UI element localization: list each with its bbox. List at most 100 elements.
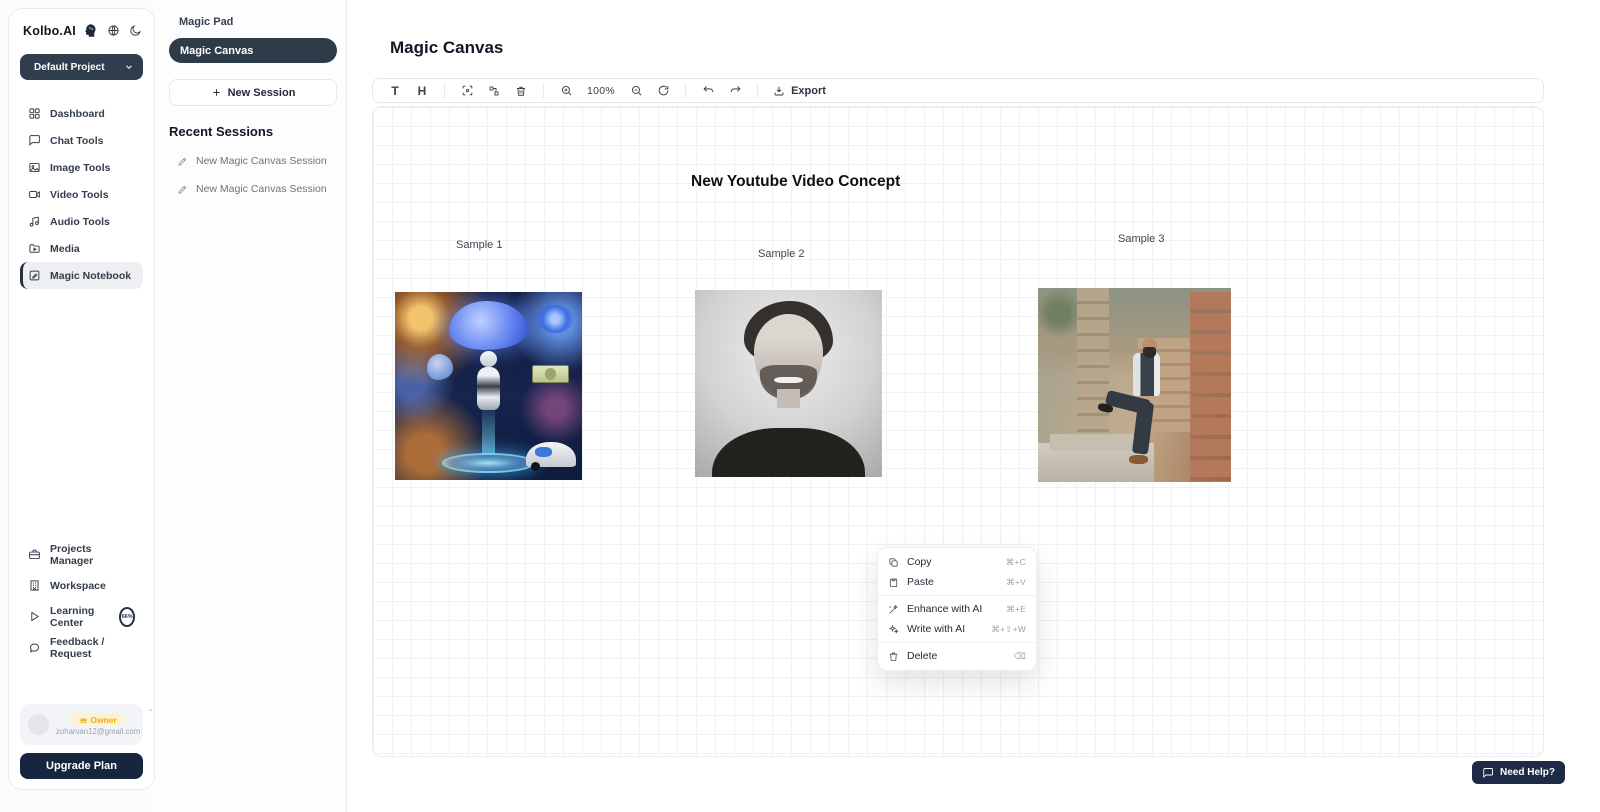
- music-note-icon: [28, 215, 41, 228]
- media-folder-icon: [28, 242, 41, 255]
- context-menu-item-label: Copy: [907, 556, 932, 568]
- context-menu-divider: [878, 642, 1036, 643]
- dashboard-icon: [28, 107, 41, 120]
- context-menu-item-label: Write with AI: [907, 623, 965, 635]
- context-menu-shortcut: ⌘+E: [1006, 604, 1026, 615]
- sidebar-item-label: Workspace: [50, 580, 106, 592]
- portrait-shirt-motif: [712, 428, 865, 477]
- new-session-label: New Session: [228, 87, 296, 99]
- ai-money-motif: [532, 365, 569, 383]
- ruins-foliage-motif: [1038, 288, 1080, 338]
- context-menu-item-label: Delete: [907, 650, 937, 662]
- dark-mode-moon-icon[interactable]: [129, 24, 142, 37]
- download-icon: [773, 85, 785, 97]
- ai-platform-motif: [442, 453, 536, 474]
- zoom-out-button[interactable]: [625, 81, 647, 101]
- reset-view-button[interactable]: [652, 81, 674, 101]
- session-list-item[interactable]: New Magic Canvas Session: [177, 155, 346, 167]
- ai-eye-motif: [537, 305, 573, 333]
- need-help-button[interactable]: Need Help?: [1472, 761, 1565, 784]
- rotate-reset-icon: [657, 84, 670, 97]
- canvas-text-sample-2[interactable]: Sample 2: [758, 248, 804, 260]
- canvas-grid[interactable]: New Youtube Video Concept Sample 1 Sampl…: [372, 106, 1544, 757]
- canvas-image-bw-portrait[interactable]: [695, 290, 882, 477]
- ruins-step-motif: [1050, 434, 1135, 451]
- context-menu-enhance-with-ai[interactable]: Enhance with AI ⌘+E: [878, 599, 1036, 619]
- sidebar-item-media[interactable]: Media: [20, 235, 143, 262]
- connector-tool-button[interactable]: [483, 81, 505, 101]
- context-menu-delete[interactable]: Delete ⌫: [878, 646, 1036, 666]
- sidebar-item-image-tools[interactable]: Image Tools: [20, 154, 143, 181]
- recent-sessions-heading: Recent Sessions: [169, 124, 346, 139]
- zoom-level[interactable]: 100%: [582, 85, 620, 97]
- copy-icon: [888, 557, 899, 568]
- sidebar-item-label: Dashboard: [50, 108, 105, 120]
- magic-wand-icon: [888, 604, 899, 615]
- image-icon: [28, 161, 41, 174]
- delete-tool-button[interactable]: [510, 81, 532, 101]
- new-session-button[interactable]: New Session: [169, 79, 337, 106]
- sidebar-item-chat-tools[interactable]: Chat Tools: [20, 127, 143, 154]
- figure-shoe-motif: [1129, 455, 1148, 464]
- upgrade-plan-button[interactable]: Upgrade Plan: [20, 753, 143, 779]
- project-selector[interactable]: Default Project: [20, 54, 143, 80]
- context-menu-shortcut: ⌘+V: [1006, 577, 1026, 588]
- context-menu-write-with-ai[interactable]: Write with AI ⌘+⇧+W: [878, 619, 1036, 639]
- chat-bubble-icon: [28, 134, 41, 147]
- sidebar-item-feedback[interactable]: Feedback / Request: [20, 634, 143, 661]
- canvas-image-ai-robot[interactable]: [395, 292, 582, 480]
- text-tool-button[interactable]: T: [384, 81, 406, 101]
- notebook-pencil-icon: [28, 269, 41, 282]
- toolbar-divider: [685, 83, 686, 98]
- canvas-text-sample-1[interactable]: Sample 1: [456, 239, 502, 251]
- ai-heart-motif: [427, 354, 453, 380]
- context-menu-shortcut: ⌫: [1014, 651, 1026, 662]
- sidebar-item-label: Projects Manager: [50, 543, 135, 567]
- canvas-text-heading[interactable]: New Youtube Video Concept: [691, 173, 900, 191]
- avatar: [28, 714, 49, 735]
- zoom-in-icon: [560, 84, 573, 97]
- context-menu-item-label: Enhance with AI: [907, 603, 982, 615]
- app-logo-text: Kolbo.AI: [23, 24, 76, 38]
- language-globe-icon[interactable]: [107, 24, 120, 37]
- context-menu-copy[interactable]: Copy ⌘+C: [878, 552, 1036, 572]
- sidebar-item-label: Image Tools: [50, 162, 110, 174]
- sidebar-item-label: Magic Notebook: [50, 270, 131, 282]
- ai-beam-motif: [482, 409, 495, 454]
- export-button[interactable]: Export: [769, 85, 830, 97]
- sidebar-item-label: Video Tools: [50, 189, 109, 201]
- redo-button[interactable]: [724, 81, 746, 101]
- sidebar-item-dashboard[interactable]: Dashboard: [20, 100, 143, 127]
- sidebar-item-learning-center[interactable]: Learning Center 66%: [20, 603, 143, 630]
- toolbar-divider: [543, 83, 544, 98]
- toolbar-divider: [444, 83, 445, 98]
- panel-item-magic-canvas[interactable]: Magic Canvas: [169, 38, 337, 63]
- export-label: Export: [791, 85, 826, 97]
- connector-icon: [488, 85, 500, 97]
- user-email: zoharvan12@gmail.com: [56, 727, 140, 736]
- user-card[interactable]: Owner zoharvan12@gmail.com ⌃: [20, 704, 143, 745]
- undo-button[interactable]: [697, 81, 719, 101]
- select-tool-button[interactable]: [456, 81, 478, 101]
- learning-progress-badge: 66%: [119, 607, 135, 627]
- session-list-item[interactable]: New Magic Canvas Session: [177, 183, 346, 195]
- sidebar-item-workspace[interactable]: Workspace: [20, 572, 143, 599]
- sidebar-item-projects-manager[interactable]: Projects Manager: [20, 541, 143, 568]
- canvas-text-sample-3[interactable]: Sample 3: [1118, 233, 1164, 245]
- figure-torso-motif: [1133, 353, 1160, 396]
- sidebar-item-video-tools[interactable]: Video Tools: [20, 181, 143, 208]
- owner-badge: Owner: [71, 713, 124, 726]
- zoom-in-button[interactable]: [555, 81, 577, 101]
- heading-tool-button[interactable]: H: [411, 81, 433, 101]
- panel-item-magic-pad[interactable]: Magic Pad: [179, 16, 233, 28]
- feedback-bubble-icon: [28, 641, 41, 654]
- sidebar-item-magic-notebook[interactable]: Magic Notebook: [20, 262, 143, 289]
- context-menu-paste[interactable]: Paste ⌘+V: [878, 572, 1036, 592]
- canvas-image-man-on-ruins[interactable]: [1038, 288, 1231, 482]
- main-area: Magic Canvas T H 100% Export New Youtube…: [347, 0, 1600, 812]
- sidebar-nav: Dashboard Chat Tools Image Tools Video T…: [20, 100, 143, 289]
- sidebar-item-label: Media: [50, 243, 80, 255]
- help-chat-icon: [1482, 767, 1494, 779]
- pencil-icon: [177, 156, 188, 167]
- sidebar-item-audio-tools[interactable]: Audio Tools: [20, 208, 143, 235]
